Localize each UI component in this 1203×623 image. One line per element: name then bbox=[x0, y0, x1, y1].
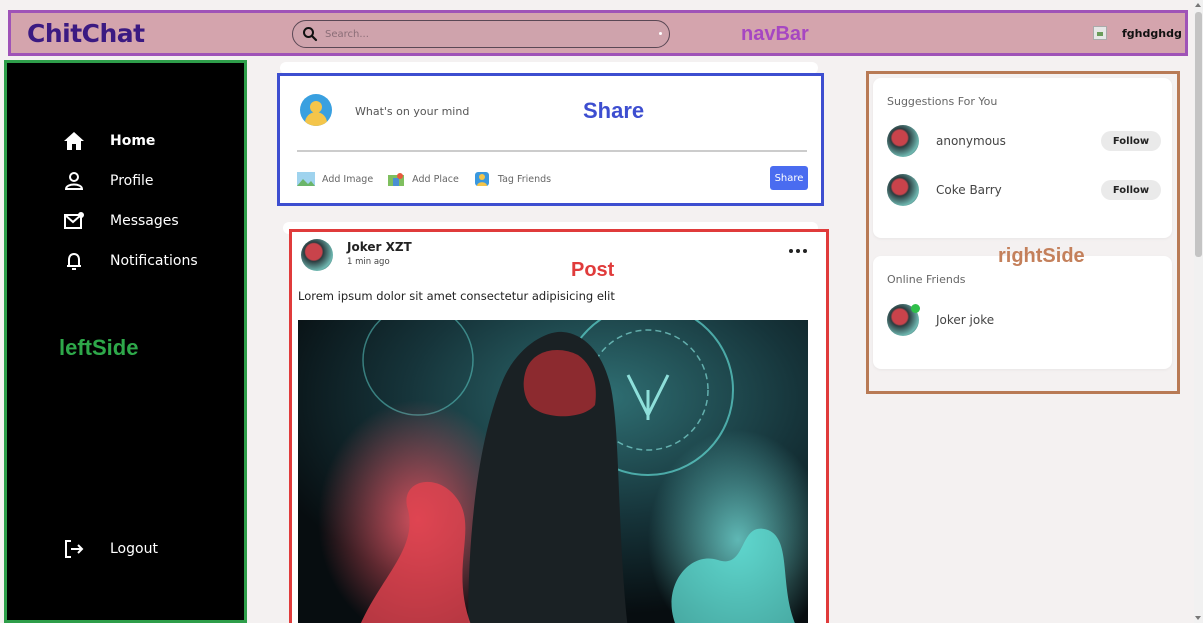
avatar[interactable] bbox=[887, 174, 919, 206]
post-image[interactable] bbox=[298, 320, 808, 623]
scroll-up-icon[interactable] bbox=[1195, 3, 1201, 7]
search-box[interactable] bbox=[292, 20, 670, 48]
logout-icon bbox=[62, 538, 86, 560]
follow-button[interactable]: Follow bbox=[1101, 131, 1161, 151]
sidebar-item-label: Profile bbox=[110, 173, 154, 189]
search-dot bbox=[659, 32, 662, 35]
navbar-bar: ChitChat navBar fghdghdg bbox=[8, 10, 1188, 56]
hooded-figure-image bbox=[298, 320, 808, 623]
suggestion-item: Coke Barry bbox=[887, 174, 1002, 206]
share-box: What's on your mind Share Add Image Add … bbox=[277, 73, 824, 206]
online-friends-card: Online Friends Joker joke bbox=[873, 256, 1172, 369]
rightside-annotation: rightSide bbox=[998, 245, 1085, 267]
home-icon bbox=[62, 130, 86, 152]
user-icon bbox=[62, 170, 86, 192]
add-place-label: Add Place bbox=[412, 173, 459, 185]
add-place-option[interactable]: Add Place bbox=[387, 172, 459, 186]
user-avatar[interactable] bbox=[1093, 26, 1107, 40]
post-author-avatar[interactable] bbox=[301, 239, 333, 271]
user-menu[interactable]: fghdghdg bbox=[1093, 26, 1182, 40]
sidebar-menu: Home Profile Messages Notifications bbox=[62, 121, 198, 281]
more-options-icon[interactable] bbox=[789, 246, 807, 256]
scroll-down-icon[interactable] bbox=[1195, 616, 1201, 620]
sidebar-item-label: Notifications bbox=[110, 253, 198, 269]
post-timestamp: 1 min ago bbox=[347, 257, 390, 267]
follow-button[interactable]: Follow bbox=[1101, 180, 1161, 200]
avatar[interactable] bbox=[887, 125, 919, 157]
share-avatar[interactable] bbox=[300, 94, 332, 126]
online-friend-name[interactable]: Joker joke bbox=[936, 313, 994, 327]
online-friends-title: Online Friends bbox=[887, 273, 966, 286]
sidebar-item-label: Home bbox=[110, 133, 156, 149]
post-caption: Lorem ipsum dolor sit amet consectetur a… bbox=[298, 289, 615, 303]
logout-section: Logout bbox=[62, 529, 158, 569]
tag-friends-option[interactable]: Tag Friends bbox=[473, 172, 551, 186]
sidebar-item-label: Messages bbox=[110, 213, 179, 229]
suggestions-title: Suggestions For You bbox=[887, 95, 998, 108]
share-button[interactable]: Share bbox=[770, 166, 808, 190]
share-annotation: Share bbox=[583, 98, 645, 123]
post-annotation: Post bbox=[571, 259, 615, 281]
sidebar-item-profile[interactable]: Profile bbox=[62, 161, 198, 201]
tag-friends-icon bbox=[474, 172, 489, 186]
suggestions-card: Suggestions For You anonymous Follow Cok… bbox=[873, 78, 1172, 238]
share-divider bbox=[297, 150, 807, 152]
mail-icon bbox=[62, 210, 86, 232]
page-scrollbar[interactable] bbox=[1194, 0, 1203, 623]
online-status-dot bbox=[911, 304, 920, 313]
app-logo[interactable]: ChitChat bbox=[27, 19, 145, 48]
logout-label: Logout bbox=[110, 541, 158, 557]
tag-friends-label: Tag Friends bbox=[497, 173, 552, 185]
sidebar-item-notifications[interactable]: Notifications bbox=[62, 241, 198, 281]
share-options: Add Image Add Place Tag Friends bbox=[297, 172, 565, 186]
online-friend-item[interactable]: Joker joke bbox=[887, 304, 994, 336]
add-image-option[interactable]: Add Image bbox=[297, 172, 373, 186]
share-input[interactable]: What's on your mind bbox=[355, 105, 469, 118]
bell-icon bbox=[62, 250, 86, 272]
search-icon[interactable] bbox=[302, 26, 318, 42]
logout-button[interactable]: Logout bbox=[62, 529, 158, 569]
sidebar-item-messages[interactable]: Messages bbox=[62, 201, 198, 241]
post-author-name[interactable]: Joker XZT bbox=[347, 240, 412, 254]
scrollbar-thumb[interactable] bbox=[1195, 12, 1202, 257]
sidebar-item-home[interactable]: Home bbox=[62, 121, 198, 161]
navbar-annotation: navBar bbox=[741, 23, 809, 45]
map-icon bbox=[388, 173, 405, 186]
post-card: Joker XZT 1 min ago Post Lorem ipsum dol… bbox=[289, 229, 829, 623]
avatar[interactable] bbox=[887, 304, 920, 336]
search-input[interactable] bbox=[325, 24, 645, 44]
suggestion-name[interactable]: Coke Barry bbox=[936, 183, 1002, 197]
username[interactable]: fghdghdg bbox=[1122, 27, 1182, 40]
leftside-annotation: leftSide bbox=[59, 335, 139, 360]
navbar: ChitChat navBar fghdghdg bbox=[0, 0, 1203, 60]
image-icon bbox=[297, 172, 315, 186]
suggestion-item: anonymous bbox=[887, 125, 1006, 157]
left-sidebar: Home Profile Messages Notifications left… bbox=[4, 60, 247, 623]
suggestion-name[interactable]: anonymous bbox=[936, 134, 1006, 148]
add-image-label: Add Image bbox=[322, 173, 374, 185]
